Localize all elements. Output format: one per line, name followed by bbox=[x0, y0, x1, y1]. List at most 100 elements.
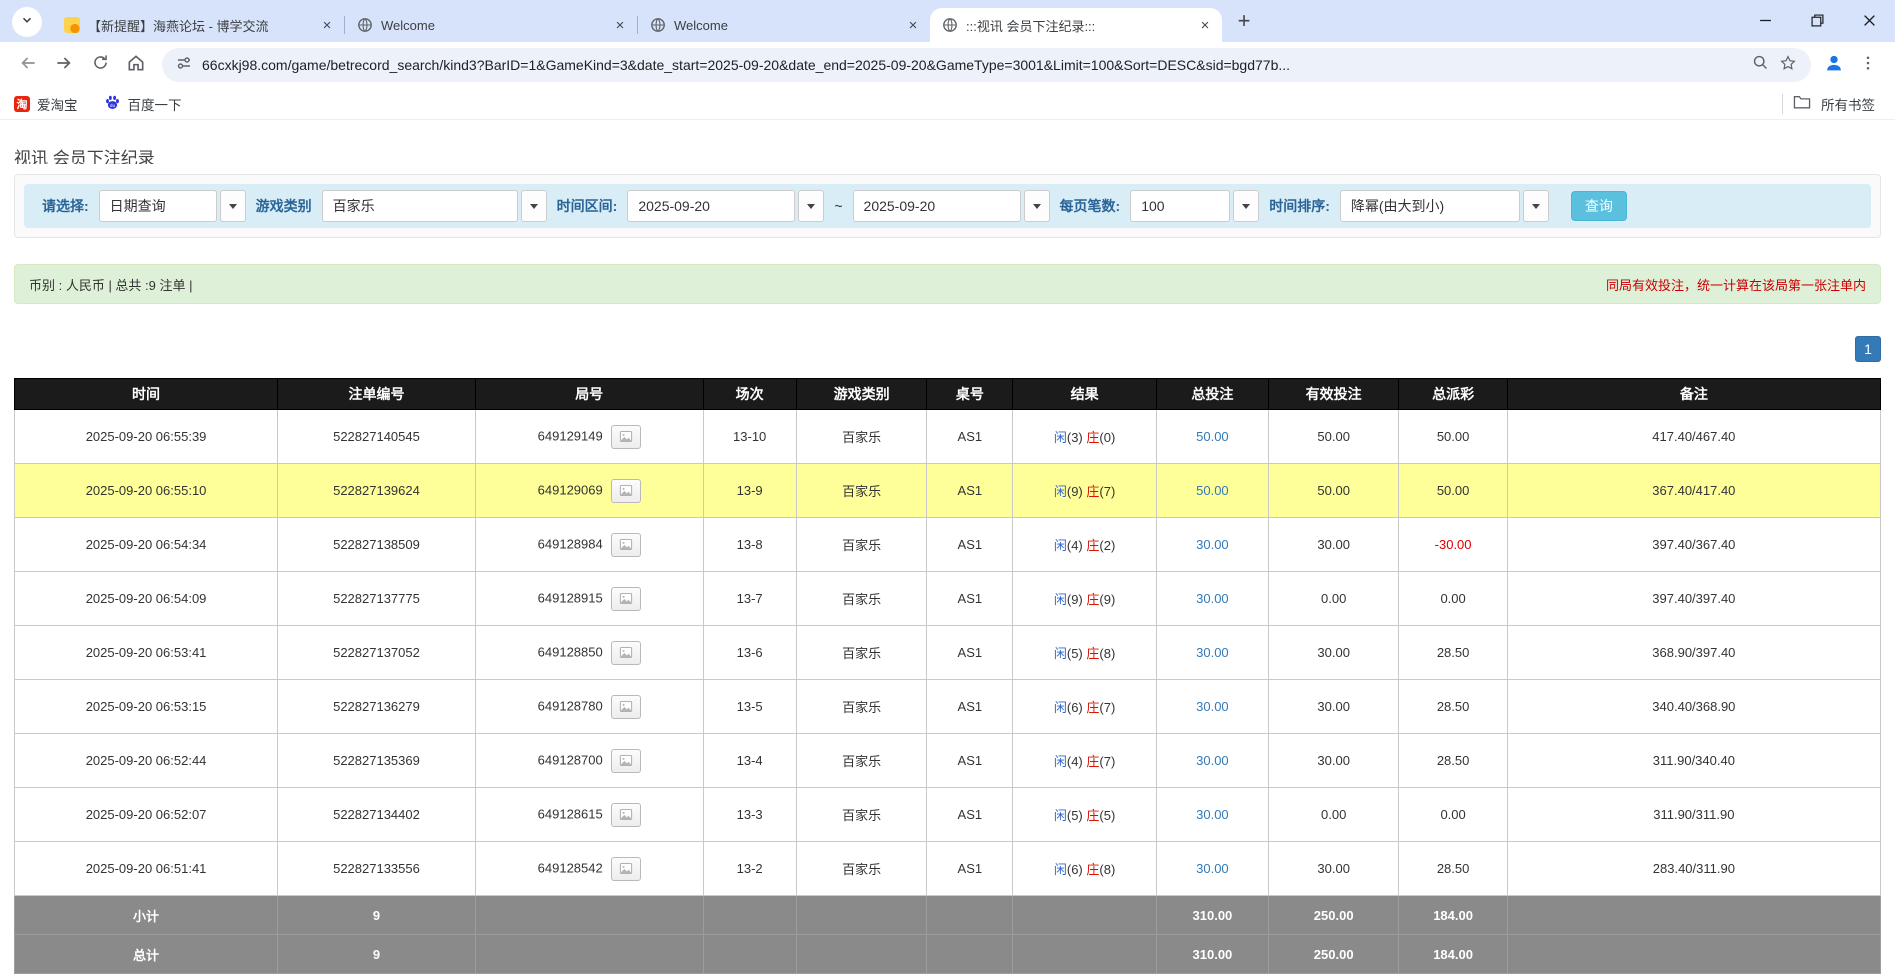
round-image-button[interactable] bbox=[611, 533, 641, 557]
close-icon[interactable]: × bbox=[1196, 16, 1214, 34]
close-icon[interactable]: × bbox=[611, 16, 629, 34]
summary-row: 总计9310.00250.00184.00 bbox=[15, 935, 1881, 974]
forward-button[interactable] bbox=[46, 47, 82, 83]
tab-bet-record-active[interactable]: :::视讯 会员下注纪录::: × bbox=[930, 8, 1222, 42]
cell-result: 闲(6) 庄(8) bbox=[1013, 842, 1157, 896]
game-kind-dropdown[interactable]: 百家乐 bbox=[322, 190, 547, 222]
per-page-dropdown[interactable]: 100 bbox=[1130, 190, 1259, 222]
page-button-1[interactable]: 1 bbox=[1855, 336, 1881, 362]
query-type-value[interactable]: 日期查询 bbox=[99, 190, 217, 222]
tune-icon[interactable] bbox=[176, 55, 192, 76]
address-bar[interactable]: 66cxkj98.com/game/betrecord_search/kind3… bbox=[162, 48, 1811, 82]
tab-welcome-2[interactable]: Welcome × bbox=[638, 8, 930, 42]
round-image-button[interactable] bbox=[611, 479, 641, 503]
total-bet-link[interactable]: 30.00 bbox=[1196, 591, 1229, 606]
reload-button[interactable] bbox=[82, 47, 118, 83]
total-bet-link[interactable]: 30.00 bbox=[1196, 537, 1229, 552]
round-image-button[interactable] bbox=[611, 587, 641, 611]
date-end-dropdown[interactable]: 2025-09-20 bbox=[853, 190, 1050, 222]
bookmarks-bar: 淘 爱淘宝 du 百度一下 所有书签 bbox=[0, 88, 1895, 120]
round-number: 649128984 bbox=[538, 536, 603, 551]
result-banker-points: (8) bbox=[1099, 862, 1115, 877]
result-banker: 庄 bbox=[1086, 592, 1099, 607]
game-kind-value[interactable]: 百家乐 bbox=[322, 190, 518, 222]
total-bet-link[interactable]: 30.00 bbox=[1196, 861, 1229, 876]
result-banker: 庄 bbox=[1086, 484, 1099, 499]
close-icon[interactable]: × bbox=[904, 16, 922, 34]
close-icon[interactable]: × bbox=[318, 16, 336, 34]
cell-payout: 50.00 bbox=[1399, 410, 1507, 464]
kebab-menu-icon[interactable] bbox=[1859, 54, 1877, 77]
per-page-value[interactable]: 100 bbox=[1130, 190, 1230, 222]
date-start-dropdown[interactable]: 2025-09-20 bbox=[627, 190, 824, 222]
divider bbox=[1782, 94, 1783, 114]
reload-icon bbox=[91, 53, 110, 77]
chevron-down-icon[interactable] bbox=[1523, 190, 1549, 222]
home-button[interactable] bbox=[118, 47, 154, 83]
forward-arrow-icon bbox=[54, 53, 74, 78]
tab-welcome-1[interactable]: Welcome × bbox=[345, 8, 637, 42]
close-window-button[interactable] bbox=[1843, 0, 1895, 40]
total-bet-link[interactable]: 30.00 bbox=[1196, 807, 1229, 822]
search-button[interactable]: 查询 bbox=[1571, 191, 1627, 221]
chevron-down-icon[interactable] bbox=[220, 190, 246, 222]
tab-title: :::视讯 会员下注纪录::: bbox=[966, 16, 1188, 35]
result-player: 闲 bbox=[1054, 430, 1067, 445]
chevron-down-icon[interactable] bbox=[1024, 190, 1050, 222]
total-bet-link[interactable]: 50.00 bbox=[1196, 429, 1229, 444]
table-row: 2025-09-20 06:54:09522827137775649128915… bbox=[15, 572, 1881, 626]
summary-cell: 250.00 bbox=[1268, 935, 1399, 974]
result-banker-points: (7) bbox=[1099, 754, 1115, 769]
restore-button[interactable] bbox=[1791, 0, 1843, 40]
date-end-value[interactable]: 2025-09-20 bbox=[853, 190, 1021, 222]
round-image-button[interactable] bbox=[611, 857, 641, 881]
result-player-points: (6) bbox=[1067, 862, 1083, 877]
cell-valid-bet: 30.00 bbox=[1268, 626, 1399, 680]
tab-search-button[interactable] bbox=[12, 7, 42, 37]
cell-bet-id: 522827138509 bbox=[278, 518, 476, 572]
back-button[interactable] bbox=[10, 47, 46, 83]
total-bet-link[interactable]: 30.00 bbox=[1196, 645, 1229, 660]
round-image-button[interactable] bbox=[611, 425, 641, 449]
chevron-down-icon[interactable] bbox=[1233, 190, 1259, 222]
cell-time: 2025-09-20 06:55:39 bbox=[15, 410, 278, 464]
cell-note: 397.40/397.40 bbox=[1507, 572, 1880, 626]
result-banker-points: (9) bbox=[1099, 592, 1115, 607]
total-bet-link[interactable]: 50.00 bbox=[1196, 483, 1229, 498]
total-bet-link[interactable]: 30.00 bbox=[1196, 753, 1229, 768]
round-number: 649129069 bbox=[538, 482, 603, 497]
chevron-down-icon[interactable] bbox=[798, 190, 824, 222]
bookmark-baidu[interactable]: du 百度一下 bbox=[104, 94, 182, 114]
round-image-button[interactable] bbox=[611, 803, 641, 827]
url-text[interactable]: 66cxkj98.com/game/betrecord_search/kind3… bbox=[202, 57, 1742, 73]
column-header: 备注 bbox=[1507, 379, 1880, 410]
result-player: 闲 bbox=[1054, 484, 1067, 499]
sort-value[interactable]: 降幂(由大到小) bbox=[1340, 190, 1520, 222]
minimize-button[interactable] bbox=[1739, 0, 1791, 40]
result-player: 闲 bbox=[1054, 700, 1067, 715]
cell-valid-bet: 30.00 bbox=[1268, 734, 1399, 788]
sort-dropdown[interactable]: 降幂(由大到小) bbox=[1340, 190, 1549, 222]
round-image-button[interactable] bbox=[611, 695, 641, 719]
summary-cell: 9 bbox=[278, 935, 476, 974]
result-player-points: (6) bbox=[1067, 700, 1083, 715]
column-header: 时间 bbox=[15, 379, 278, 410]
round-number: 649128780 bbox=[538, 698, 603, 713]
cell-session: 13-10 bbox=[703, 410, 796, 464]
chevron-down-icon[interactable] bbox=[521, 190, 547, 222]
query-type-dropdown[interactable]: 日期查询 bbox=[99, 190, 246, 222]
page-title: 视讯 会员下注纪录 bbox=[14, 144, 1895, 164]
round-image-button[interactable] bbox=[611, 641, 641, 665]
cell-note: 340.40/368.90 bbox=[1507, 680, 1880, 734]
new-tab-button[interactable]: + bbox=[1230, 7, 1258, 35]
all-bookmarks[interactable]: 所有书签 bbox=[1782, 88, 1875, 120]
date-start-value[interactable]: 2025-09-20 bbox=[627, 190, 795, 222]
round-image-button[interactable] bbox=[611, 749, 641, 773]
zoom-magnifier-icon[interactable] bbox=[1752, 54, 1769, 76]
profile-icon[interactable] bbox=[1823, 52, 1845, 79]
bookmark-taobao[interactable]: 淘 爱淘宝 bbox=[14, 94, 78, 114]
column-header: 桌号 bbox=[927, 379, 1013, 410]
tab-forum[interactable]: 【新提醒】海燕论坛 - 博学交流 × bbox=[52, 8, 344, 42]
total-bet-link[interactable]: 30.00 bbox=[1196, 699, 1229, 714]
star-icon[interactable] bbox=[1779, 54, 1797, 77]
